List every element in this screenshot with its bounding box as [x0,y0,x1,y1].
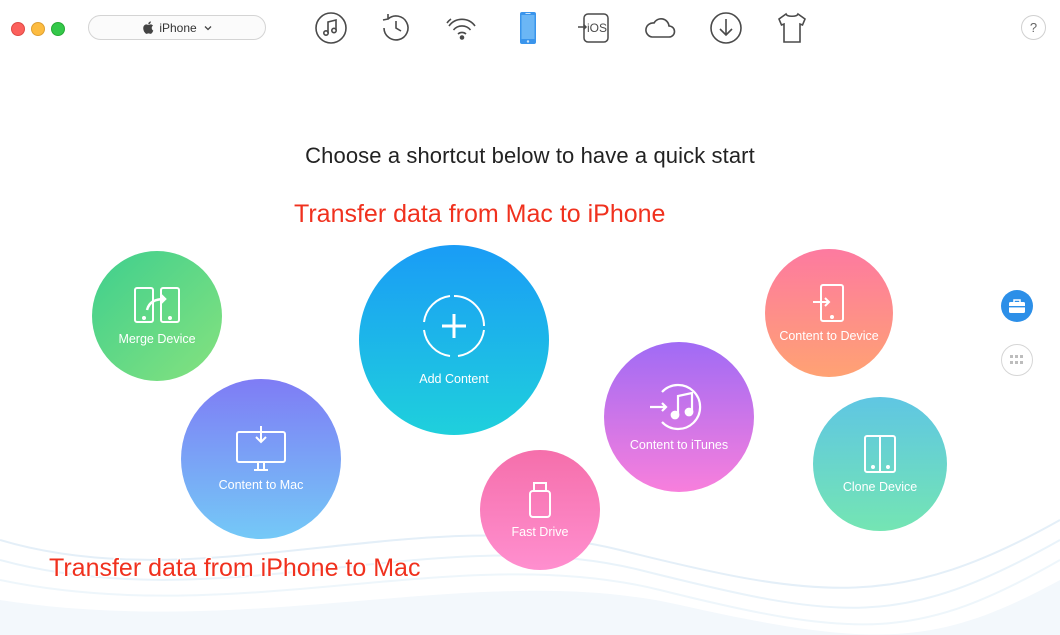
content-to-itunes-button[interactable]: Content to iTunes [604,342,754,492]
content-to-device-label: Content to Device [779,329,879,343]
wifi-sync-icon[interactable] [444,10,480,46]
grid-view-button[interactable] [1001,344,1033,376]
toolbox-icon [1009,299,1025,313]
content-to-mac-label: Content to Mac [218,478,304,492]
ios-mover-icon[interactable]: iOS [576,10,612,46]
clone-device-icon [864,435,896,473]
download-icon[interactable] [708,10,744,46]
toolbar: iPhone iOS ? [0,0,1060,58]
page-heading: Choose a shortcut below to have a quick … [305,143,755,168]
annotation-mac-to-iphone: Transfer data from Mac to iPhone [294,200,666,228]
iphone-icon[interactable] [510,10,546,46]
content-to-mac-icon [236,426,286,471]
fast-drive-button[interactable]: Fast Drive [480,450,600,570]
toolbox-button[interactable] [1001,290,1033,322]
merge-device-label: Merge Device [118,332,196,346]
merge-device-icon [134,287,180,323]
help-button[interactable]: ? [1021,15,1046,40]
svg-text:iOS: iOS [587,21,607,35]
content-to-device-icon [813,284,844,322]
device-selector[interactable]: iPhone [88,15,266,40]
history-icon[interactable] [378,10,414,46]
clone-device-label: Clone Device [842,480,918,494]
add-content-icon [423,295,485,357]
annotation-iphone-to-mac: Transfer data from iPhone to Mac [49,554,421,582]
window-maximize-button[interactable] [51,22,65,36]
icloud-icon[interactable] [642,10,678,46]
chevron-down-icon [204,25,212,30]
clone-device-button[interactable]: Clone Device [813,397,947,531]
usb-drive-icon [529,482,551,518]
fast-drive-label: Fast Drive [511,525,569,539]
music-icon[interactable] [313,10,349,46]
content-to-mac-button[interactable]: Content to Mac [181,379,341,539]
itunes-icon [650,383,702,431]
apple-logo-icon [143,21,154,34]
tshirt-icon[interactable] [774,10,810,46]
merge-device-button[interactable]: Merge Device [92,251,222,381]
window-minimize-button[interactable] [31,22,45,36]
window-close-button[interactable] [11,22,25,36]
add-content-button[interactable]: Add Content [359,245,549,435]
add-content-label: Add Content [419,372,489,386]
device-selector-label: iPhone [159,20,197,35]
grid-icon [1010,355,1023,364]
content-to-device-button[interactable]: Content to Device [765,249,893,377]
content-to-itunes-label: Content to iTunes [629,438,729,452]
